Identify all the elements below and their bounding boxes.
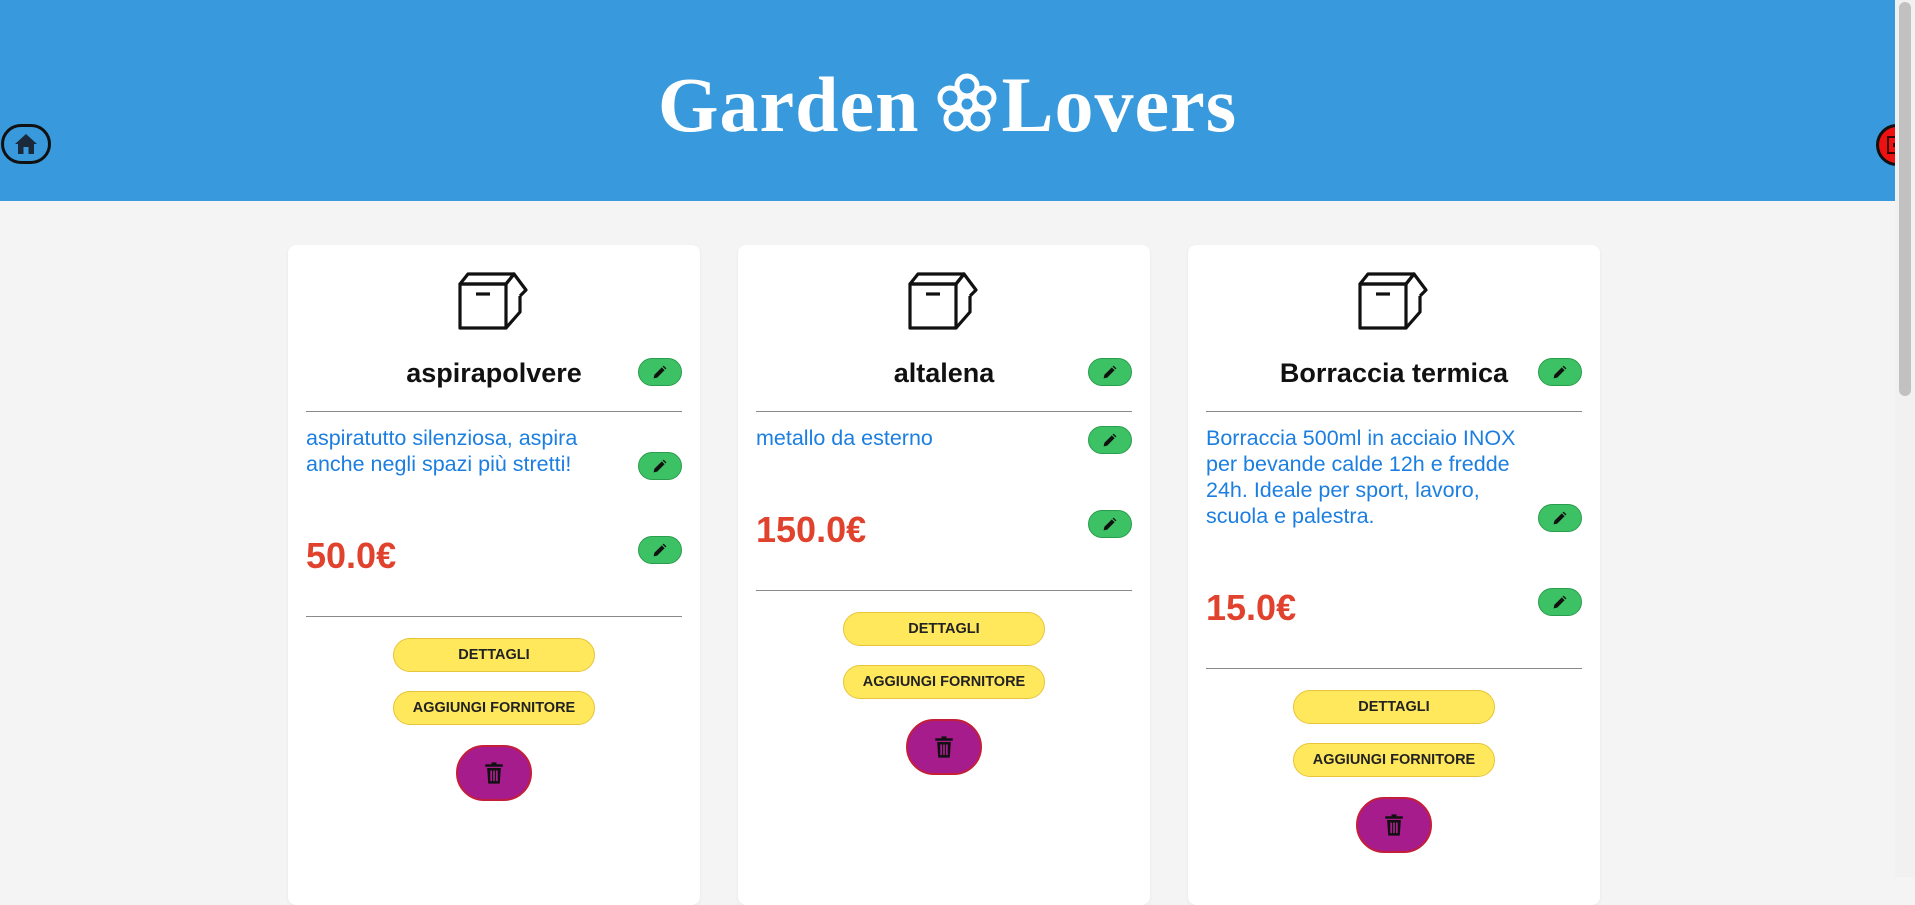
divider (1206, 668, 1582, 669)
edit-name-button[interactable] (1538, 358, 1582, 386)
details-button[interactable]: DETTAGLI (1293, 690, 1495, 724)
divider (756, 590, 1132, 591)
delete-button[interactable] (1356, 797, 1432, 853)
header-bar: Garden Lovers (0, 0, 1915, 201)
delete-button[interactable] (906, 719, 982, 775)
add-supplier-button[interactable]: AGGIUNGI FORNITORE (843, 665, 1045, 699)
edit-description-button[interactable] (638, 452, 682, 480)
pencil-icon (1102, 516, 1118, 532)
box-icon (1354, 270, 1432, 332)
product-card: Borraccia termica Borraccia 500ml in acc… (1188, 245, 1600, 905)
box-icon (904, 270, 982, 332)
flower-icon (937, 73, 997, 132)
site-title: Garden Lovers (0, 60, 1895, 150)
details-button[interactable]: DETTAGLI (393, 638, 595, 672)
product-price: 50.0€ (306, 535, 397, 576)
box-icon (454, 270, 532, 332)
pencil-icon (1552, 364, 1568, 380)
pencil-icon (652, 458, 668, 474)
scrollbar[interactable] (1895, 0, 1915, 877)
site-title-right: Lovers (1001, 61, 1238, 148)
divider (306, 411, 682, 412)
scrollbar-thumb[interactable] (1899, 2, 1911, 396)
product-description: metallo da esterno (756, 426, 933, 450)
divider (1206, 411, 1582, 412)
pencil-icon (652, 364, 668, 380)
add-supplier-button[interactable]: AGGIUNGI FORNITORE (1293, 743, 1495, 777)
delete-button[interactable] (456, 745, 532, 801)
edit-description-button[interactable] (1538, 504, 1582, 532)
edit-price-button[interactable] (1538, 588, 1582, 616)
pencil-icon (1102, 364, 1118, 380)
site-title-left: Garden (657, 61, 920, 148)
pencil-icon (1102, 432, 1118, 448)
edit-description-button[interactable] (1088, 426, 1132, 454)
product-description: Borraccia 500ml in acciaio INOX per beva… (1206, 426, 1516, 528)
trash-icon (1384, 813, 1404, 837)
home-icon (15, 134, 37, 154)
trash-icon (484, 761, 504, 785)
details-button[interactable]: DETTAGLI (843, 612, 1045, 646)
edit-name-button[interactable] (1088, 358, 1132, 386)
divider (756, 411, 1132, 412)
pencil-icon (652, 542, 668, 558)
home-button[interactable] (1, 124, 51, 164)
product-price: 150.0€ (756, 509, 867, 550)
product-description: aspiratutto silenziosa, aspira anche neg… (306, 426, 578, 476)
edit-price-button[interactable] (1088, 510, 1132, 538)
edit-name-button[interactable] (638, 358, 682, 386)
edit-price-button[interactable] (638, 536, 682, 564)
product-card: altalena metallo da esterno 150.0€ DETTA… (738, 245, 1150, 905)
product-price: 15.0€ (1206, 587, 1297, 628)
trash-icon (934, 735, 954, 759)
divider (306, 616, 682, 617)
add-supplier-button[interactable]: AGGIUNGI FORNITORE (393, 691, 595, 725)
product-card: aspirapolvere aspiratutto silenziosa, as… (288, 245, 700, 905)
pencil-icon (1552, 594, 1568, 610)
pencil-icon (1552, 510, 1568, 526)
